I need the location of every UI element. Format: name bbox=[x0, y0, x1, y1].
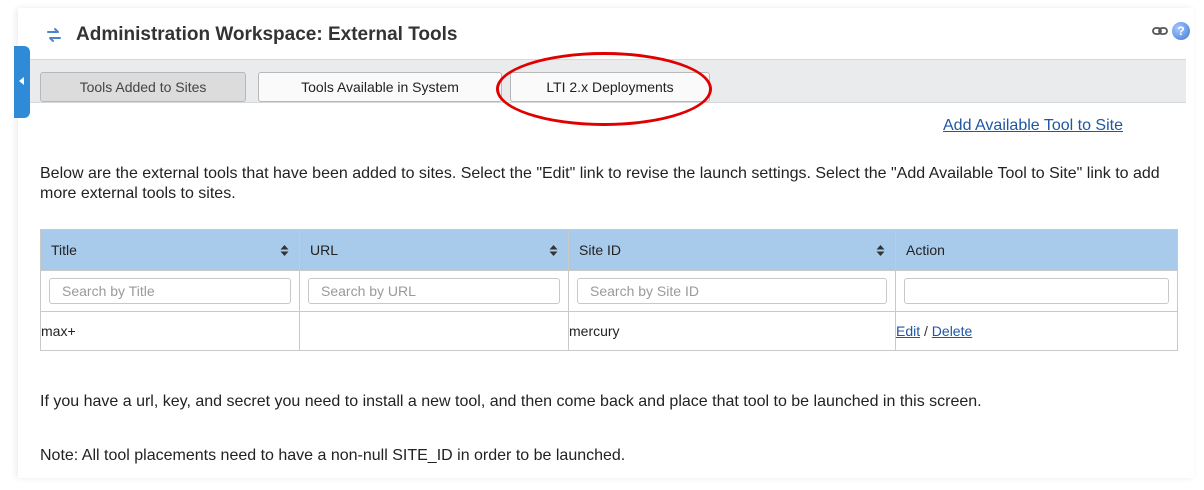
column-header-label: Site ID bbox=[579, 242, 622, 258]
table-row: max+ mercury Edit / Delete bbox=[40, 311, 1178, 351]
sidebar-toggle[interactable] bbox=[14, 46, 30, 118]
filter-row bbox=[40, 270, 1178, 312]
tab-bar: Tools Added to Sites Tools Available in … bbox=[30, 59, 1186, 103]
add-available-tool-link[interactable]: Add Available Tool to Site bbox=[943, 117, 1123, 135]
title-actions: ? bbox=[1152, 22, 1190, 40]
search-by-site-id-input[interactable] bbox=[577, 278, 887, 304]
tab-tools-added-to-sites[interactable]: Tools Added to Sites bbox=[40, 72, 246, 102]
cell-url bbox=[299, 311, 569, 351]
cell-action: Edit / Delete bbox=[895, 311, 1178, 351]
delete-link[interactable]: Delete bbox=[932, 323, 972, 339]
column-header-url[interactable]: URL bbox=[299, 229, 569, 271]
sort-icon bbox=[280, 244, 289, 256]
cell-title: max+ bbox=[40, 311, 300, 351]
help-icon[interactable]: ? bbox=[1172, 22, 1190, 40]
search-by-url-input[interactable] bbox=[308, 278, 560, 304]
link-icon[interactable] bbox=[1152, 25, 1168, 37]
edit-link[interactable]: Edit bbox=[896, 323, 920, 339]
search-by-action-input[interactable] bbox=[904, 278, 1169, 304]
action-separator: / bbox=[924, 323, 928, 339]
cell-site-id: mercury bbox=[568, 311, 896, 351]
sort-icon bbox=[876, 244, 885, 256]
column-header-site-id[interactable]: Site ID bbox=[568, 229, 896, 271]
table-header-row: Title URL Site ID Action bbox=[40, 229, 1178, 271]
tab-lti-deployments[interactable]: LTI 2.x Deployments bbox=[510, 72, 710, 102]
swap-arrows-icon[interactable] bbox=[44, 25, 64, 45]
search-by-title-input[interactable] bbox=[49, 278, 291, 304]
tool-title-bar: Administration Workspace: External Tools bbox=[44, 22, 457, 48]
tools-table: Title URL Site ID Action Search by Title… bbox=[40, 229, 1178, 351]
column-header-label: Title bbox=[51, 242, 77, 258]
filter-cell bbox=[40, 270, 300, 312]
filter-cell bbox=[895, 270, 1178, 312]
column-header-action: Action bbox=[895, 229, 1178, 271]
column-header-title[interactable]: Title bbox=[40, 229, 300, 271]
sort-icon bbox=[549, 244, 558, 256]
intro-text: Below are the external tools that have b… bbox=[40, 165, 1160, 202]
collapse-arrow-icon bbox=[19, 77, 24, 85]
filter-cell bbox=[568, 270, 896, 312]
column-header-label: Action bbox=[906, 242, 945, 258]
page-title: Administration Workspace: External Tools bbox=[76, 24, 458, 45]
filter-cell bbox=[299, 270, 569, 312]
tab-tools-available-in-system[interactable]: Tools Available in System bbox=[258, 72, 502, 102]
site-id-note-text: Note: All tool placements need to have a… bbox=[40, 447, 626, 464]
install-instructions-text: If you have a url, key, and secret you n… bbox=[40, 393, 982, 410]
column-header-label: URL bbox=[310, 242, 339, 258]
